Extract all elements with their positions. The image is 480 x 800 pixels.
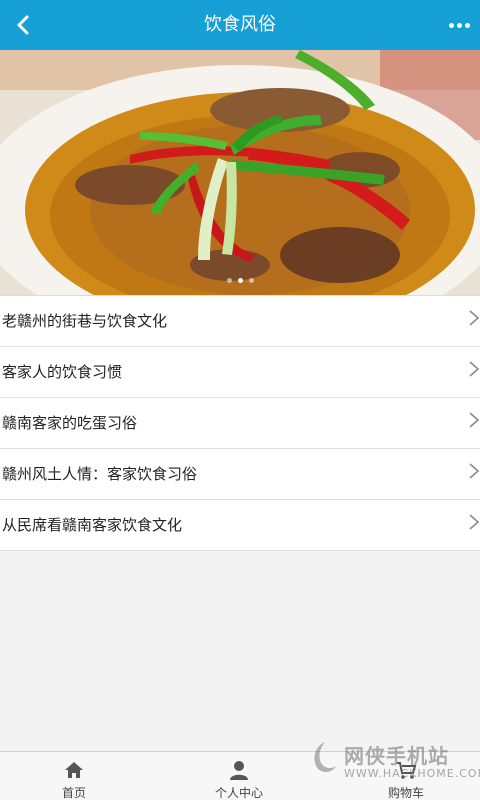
chevron-right-icon [469,412,480,428]
top-bar: 饮食风俗 [0,0,480,50]
tab-home-label: 首页 [61,786,86,800]
home-icon [65,762,83,778]
tab-cart[interactable]: 购物车 [346,752,466,800]
list-item-label: 从民席看赣南客家饮食文化 [2,516,183,534]
list-item-label: 老赣州的街巷与饮食文化 [2,312,168,330]
more-dots-icon [448,22,454,28]
list-item-label: 赣州风土人情：客家饮食习俗 [2,465,198,483]
chevron-right-icon [469,463,480,479]
list-item[interactable]: 赣州风土人情：客家饮食习俗 [0,449,480,500]
banner-carousel[interactable] [0,50,480,295]
list-item[interactable]: 客家人的饮食习惯 [0,347,480,398]
list-item[interactable]: 老赣州的街巷与饮食文化 [0,296,480,347]
tab-cart-label: 购物车 [387,786,424,800]
tab-home[interactable]: 首页 [14,752,134,800]
page-title: 饮食风俗 [204,14,276,35]
cart-icon [397,762,417,779]
tab-user-center-label: 个人中心 [214,786,263,800]
article-list: 老赣州的街巷与饮食文化 客家人的饮食习惯 赣南客家的吃蛋习俗 赣州风土人情：客家… [0,295,480,551]
more-button[interactable] [446,14,472,36]
carousel-dot-active[interactable] [237,278,243,283]
banner-image [0,50,480,295]
chevron-right-icon [469,361,480,377]
list-item-label: 赣南客家的吃蛋习俗 [2,414,138,432]
carousel-dot[interactable] [248,278,254,283]
tab-user-center[interactable]: 个人中心 [179,752,299,800]
user-icon [230,761,248,780]
list-item[interactable]: 从民席看赣南客家饮食文化 [0,500,480,551]
list-item-label: 客家人的饮食习惯 [2,363,123,381]
carousel-indicator [0,278,480,283]
list-item[interactable]: 赣南客家的吃蛋习俗 [0,398,480,449]
chevron-right-icon [469,514,480,530]
carousel-dot[interactable] [226,278,232,283]
chevron-right-icon [469,310,480,326]
bottom-tab-bar: 首页 个人中心 购物车 [0,751,480,800]
